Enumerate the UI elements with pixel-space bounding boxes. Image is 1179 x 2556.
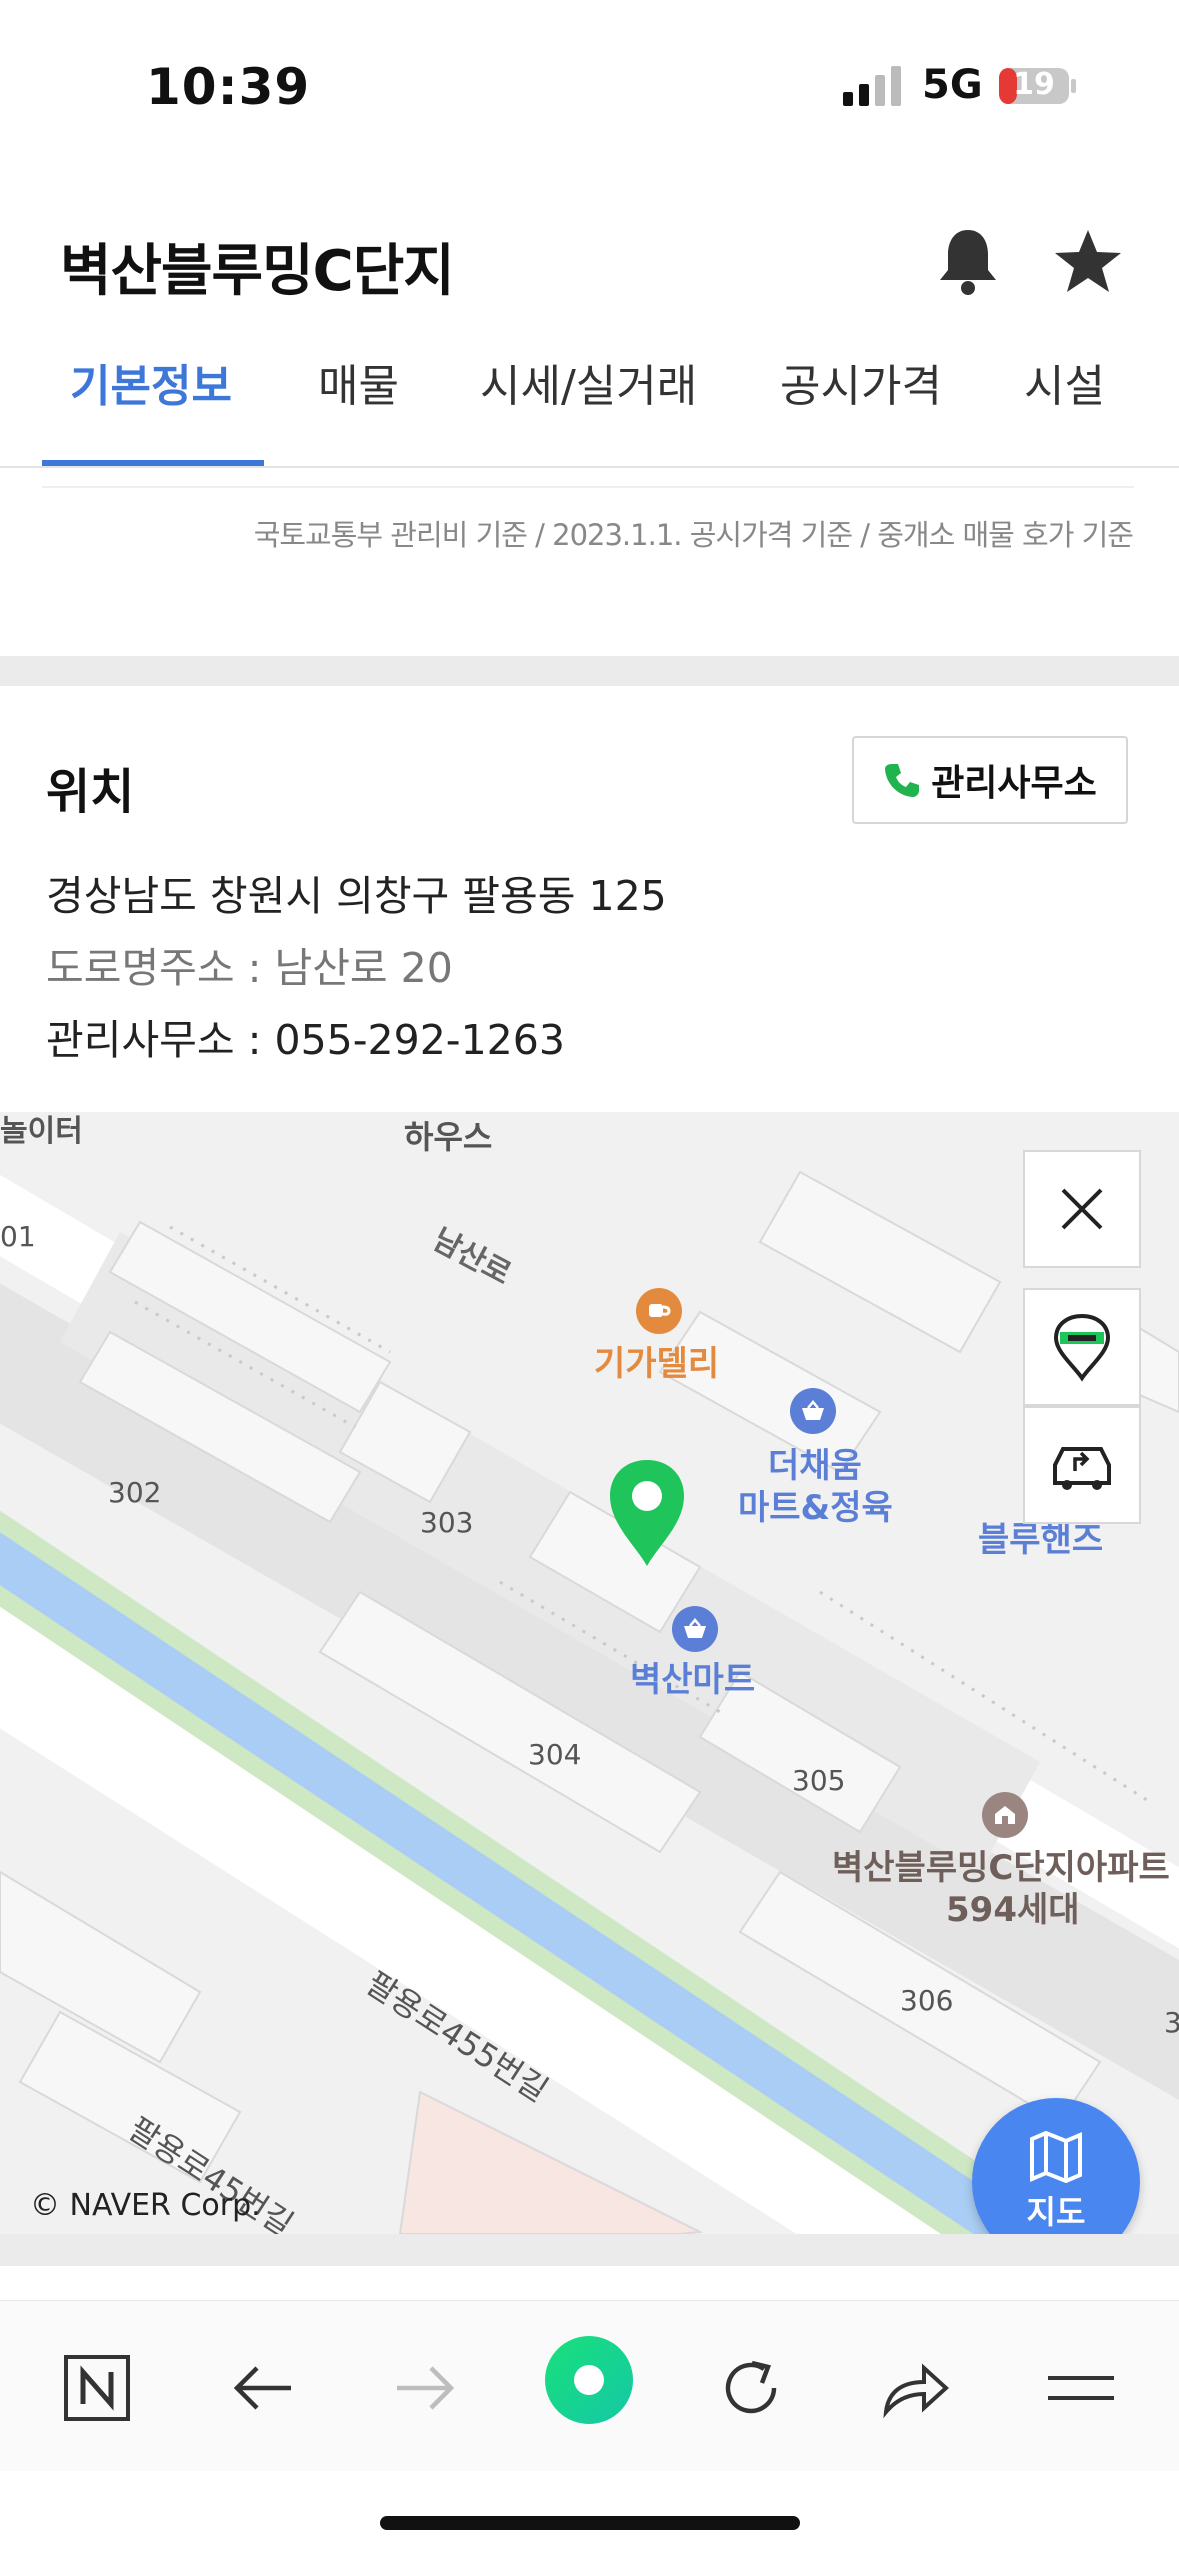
network-type: 5G <box>922 62 983 108</box>
content-divider <box>42 486 1134 488</box>
location-marker-icon[interactable] <box>606 1456 688 1568</box>
tab-official-price[interactable]: 공시가격 <box>780 350 942 414</box>
reload-icon <box>725 2360 777 2414</box>
battery-icon: 19 <box>998 66 1078 106</box>
naver-n-icon <box>64 2355 130 2421</box>
building-number: 01 <box>0 1220 36 1253</box>
building-number: 303 <box>420 1506 474 1539</box>
map-canvas <box>0 1112 1179 2234</box>
road-address: 도로명주소 : 남산로 20 <box>46 944 453 992</box>
section-separator <box>0 656 1179 686</box>
menu-icon <box>1048 2376 1114 2400</box>
building-number: 304 <box>528 1738 582 1771</box>
location-map[interactable]: 놀이터 하우스 남산로 기가델리 더채움 마트&정육 블루핸즈 벽산마트 벽산블… <box>0 1112 1179 2234</box>
cafe-icon[interactable] <box>636 1288 682 1334</box>
arrow-right-icon <box>397 2366 455 2410</box>
page-title: 벽산블루밍C단지 <box>60 239 455 304</box>
tab-bar: 기본정보 매물 시세/실거래 공시가격 시설 <box>0 350 1179 468</box>
call-office-button[interactable]: 관리사무소 <box>852 736 1128 824</box>
building-number: 305 <box>792 1764 846 1797</box>
building-number: 3 <box>1164 2006 1179 2039</box>
apartment-icon[interactable] <box>982 1792 1028 1838</box>
map-label-complex-line2[interactable]: 594세대 <box>946 1882 1080 1931</box>
status-time: 10:39 <box>146 58 311 116</box>
map-icon <box>1030 2131 1082 2183</box>
back-button[interactable] <box>218 2343 308 2433</box>
menu-button[interactable] <box>1036 2343 1126 2433</box>
home-indicator <box>380 2516 800 2530</box>
street-view-icon <box>1053 1313 1111 1382</box>
call-office-label: 관리사무소 <box>931 763 1097 804</box>
close-map-button[interactable] <box>1023 1150 1141 1268</box>
open-map-label: 지도 <box>1026 2193 1086 2231</box>
map-copyright: © NAVER Corp. <box>30 2188 261 2223</box>
share-button[interactable] <box>870 2343 960 2433</box>
map-label-playground: 놀이터 <box>0 1114 83 1149</box>
map-label-cafe[interactable]: 기가델리 <box>594 1336 719 1385</box>
data-basis-note: 국토교통부 관리비 기준 / 2023.1.1. 공시가격 기준 / 중개소 매… <box>253 518 1134 552</box>
green-dot-button[interactable] <box>544 2335 634 2425</box>
building-number: 306 <box>900 1984 954 2017</box>
bell-icon[interactable] <box>936 226 1000 298</box>
map-label-mart1-line2[interactable]: 마트&정육 <box>738 1480 893 1529</box>
phone-icon <box>885 764 920 797</box>
tab-facilities[interactable]: 시설 <box>1024 350 1105 414</box>
forward-button[interactable] <box>380 2343 470 2433</box>
building-number: 302 <box>108 1476 162 1509</box>
cellular-signal-icon <box>843 66 901 106</box>
office-phone[interactable]: 관리사무소 : 055-292-1263 <box>46 1006 565 1066</box>
close-icon <box>1061 1188 1103 1230</box>
map-label-house: 하우스 <box>404 1118 493 1156</box>
tab-basic-info[interactable]: 기본정보 <box>70 350 232 414</box>
map-label-mart2[interactable]: 벽산마트 <box>630 1652 755 1701</box>
location-section-title: 위치 <box>46 764 135 820</box>
arrow-left-icon <box>233 2366 291 2410</box>
tab-listings[interactable]: 매물 <box>318 350 399 414</box>
car-route-icon <box>1053 1447 1111 1490</box>
tab-divider <box>0 466 1179 468</box>
street-view-button[interactable] <box>1023 1288 1141 1406</box>
section-separator <box>0 2234 1179 2266</box>
tab-price-trades[interactable]: 시세/실거래 <box>480 350 697 414</box>
mart-icon[interactable] <box>672 1606 718 1652</box>
lot-address: 경상남도 창원시 의창구 팔용동 125 <box>46 872 667 920</box>
share-arrow-icon <box>883 2363 949 2418</box>
green-dot-icon <box>545 2336 633 2424</box>
naver-home-button[interactable] <box>52 2343 142 2433</box>
reload-button[interactable] <box>706 2343 796 2433</box>
browser-toolbar <box>0 2300 1179 2471</box>
star-icon[interactable] <box>1052 226 1124 298</box>
mart-icon[interactable] <box>790 1388 836 1434</box>
directions-car-button[interactable] <box>1023 1406 1141 1524</box>
battery-level: 19 <box>1013 67 1055 102</box>
